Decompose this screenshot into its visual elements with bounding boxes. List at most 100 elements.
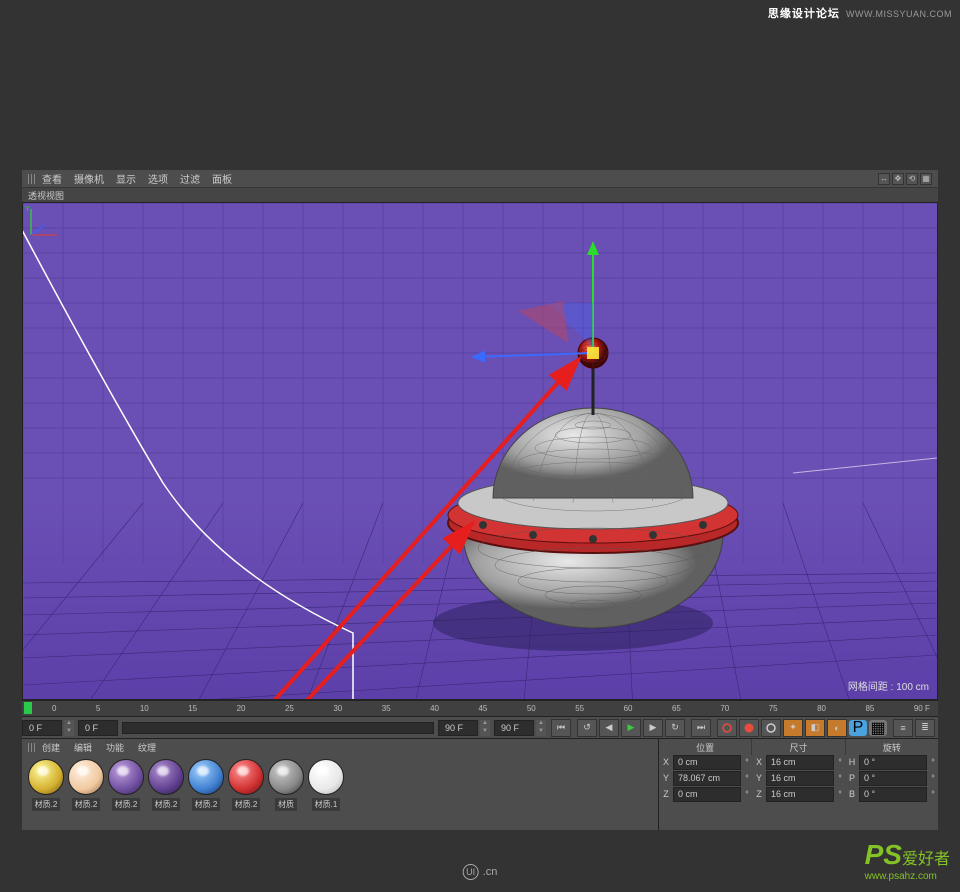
material-preview[interactable] [68, 759, 104, 795]
axis-label: Z [659, 787, 673, 803]
materials-panel: 创建 编辑 功能 纹理 材质.2材质.2材质.2材质.2材质.2材质.2材质材质… [22, 739, 658, 830]
key-scale-button[interactable]: ◧ [805, 719, 825, 737]
timeline-playhead[interactable] [24, 702, 32, 714]
menu-texture[interactable]: 纹理 [138, 741, 156, 754]
menu-function[interactable]: 功能 [106, 741, 124, 754]
watermark-bottom-center: UI .cn [463, 864, 498, 880]
transport-bar: 0 F ▲▼ 0 F 90 F ▲▼ 90 F ▲▼ ⏮ ↺ ◀ ▶ ▶ ↻ ⏭… [22, 716, 938, 738]
material-item[interactable]: 材质.2 [188, 759, 224, 826]
axis-label: X [659, 755, 673, 771]
rot-field[interactable]: 0 ° [859, 771, 927, 786]
rot-axis: P [845, 771, 859, 787]
timeline[interactable]: 051015202530354045505560657075808590 F [22, 700, 938, 716]
size-field[interactable]: 16 cm [766, 755, 834, 770]
watermark-bottom-right: PS爱好者 www.psahz.com [865, 839, 950, 882]
coordinates-panel: 位置 尺寸 旋转 X0 cm♦X16 cm♦H0 °♦Y78.067 cm♦Y1… [658, 739, 938, 830]
spin-up[interactable]: ▲ [536, 720, 546, 728]
material-item[interactable]: 材质.2 [108, 759, 144, 826]
next-frame-button[interactable]: ▶ [643, 719, 663, 737]
material-item[interactable]: 材质.2 [28, 759, 64, 826]
size-field[interactable]: 16 cm [766, 771, 834, 786]
key-pos-button[interactable]: ✦ [783, 719, 803, 737]
material-item[interactable]: 材质.2 [148, 759, 184, 826]
key-rot-button[interactable]: ◐ [827, 719, 847, 737]
hdr-rotation[interactable]: 旋转 [846, 739, 938, 755]
watermark-title: 思缘设计论坛 [768, 8, 840, 20]
material-item[interactable]: 材质.2 [228, 759, 264, 826]
coord-row: Y78.067 cm♦Y16 cm♦P0 °♦ [659, 771, 938, 787]
rot-field[interactable]: 0 ° [859, 755, 927, 770]
grip-icon[interactable] [28, 743, 36, 752]
play-button[interactable]: ▶ [621, 719, 641, 737]
key-options-button[interactable] [761, 719, 781, 737]
range-end-field[interactable]: 90 F [438, 720, 478, 736]
rewind-loop-button[interactable]: ↺ [577, 719, 597, 737]
menu-panel[interactable]: 面板 [212, 171, 232, 186]
timeline-menu-1[interactable]: ≡ [893, 719, 913, 737]
menu-view[interactable]: 查看 [42, 171, 62, 186]
menu-edit[interactable]: 编辑 [74, 741, 92, 754]
spin-down[interactable]: ▼ [64, 728, 74, 736]
material-label: 材质.2 [32, 798, 61, 811]
vp-icon-3[interactable]: ⟲ [906, 173, 918, 185]
material-preview[interactable] [28, 759, 64, 795]
material-preview[interactable] [268, 759, 304, 795]
material-preview[interactable] [228, 759, 264, 795]
goto-start-button[interactable]: ⏮ [551, 719, 571, 737]
rot-axis: B [845, 787, 859, 803]
rot-field[interactable]: 0 ° [859, 787, 927, 802]
end-frame-field[interactable]: 90 F [494, 720, 534, 736]
svg-text:Y: Y [25, 206, 30, 213]
watermark-top: 思缘设计论坛 WWW.MISSYUAN.COM [768, 5, 952, 21]
material-preview[interactable] [108, 759, 144, 795]
watermark-url: WWW.MISSYUAN.COM [846, 9, 952, 19]
goto-end-button[interactable]: ⏭ [691, 719, 711, 737]
materials-menu: 创建 编辑 功能 纹理 [22, 739, 658, 755]
menu-camera[interactable]: 摄像机 [74, 171, 104, 186]
key-pla-button[interactable]: ▦ [869, 720, 887, 736]
spin-up[interactable]: ▲ [64, 720, 74, 728]
spin-down[interactable]: ▼ [480, 728, 490, 736]
record-button[interactable] [717, 719, 737, 737]
hdr-size[interactable]: 尺寸 [752, 739, 845, 755]
start-frame-field[interactable]: 0 F [22, 720, 62, 736]
hdr-position[interactable]: 位置 [659, 739, 752, 755]
material-item[interactable]: 材质.2 [68, 759, 104, 826]
viewport-menu-bar: 查看 摄像机 显示 选项 过滤 面板 ↔ ✥ ⟲ ▦ [22, 170, 938, 188]
viewport-3d[interactable]: Y 网格间距 : 100 cm [22, 202, 938, 700]
vp-icon-4[interactable]: ▦ [920, 173, 932, 185]
range-slider[interactable] [122, 722, 434, 734]
spin-up[interactable]: ▲ [480, 720, 490, 728]
menu-options[interactable]: 选项 [148, 171, 168, 186]
pos-field[interactable]: 78.067 cm [673, 771, 741, 786]
pos-field[interactable]: 0 cm [673, 787, 741, 802]
material-label: 材质.2 [152, 798, 181, 811]
coord-row: Z0 cm♦Z16 cm♦B0 °♦ [659, 787, 938, 803]
material-item[interactable]: 材质.1 [308, 759, 344, 826]
menu-display[interactable]: 显示 [116, 171, 136, 186]
material-preview[interactable] [148, 759, 184, 795]
material-preview[interactable] [188, 759, 224, 795]
autokey-button[interactable] [739, 719, 759, 737]
origin-gizmo: Y [23, 203, 63, 243]
pos-field[interactable]: 0 cm [673, 755, 741, 770]
range-start-field[interactable]: 0 F [78, 720, 118, 736]
timeline-menu-2[interactable]: ≣ [915, 719, 935, 737]
material-label: 材质.2 [192, 798, 221, 811]
size-field[interactable]: 16 cm [766, 787, 834, 802]
grip-icon[interactable] [28, 174, 36, 184]
transform-gizmo [473, 243, 599, 359]
menu-filter[interactable]: 过滤 [180, 171, 200, 186]
material-preview[interactable] [308, 759, 344, 795]
prev-frame-button[interactable]: ◀ [599, 719, 619, 737]
coord-row: X0 cm♦X16 cm♦H0 °♦ [659, 755, 938, 771]
forward-loop-button[interactable]: ↻ [665, 719, 685, 737]
spin-down[interactable]: ▼ [536, 728, 546, 736]
vp-icon-2[interactable]: ✥ [892, 173, 904, 185]
material-item[interactable]: 材质 [268, 759, 304, 826]
menu-create[interactable]: 创建 [42, 741, 60, 754]
viewport-scene [23, 203, 937, 700]
rot-axis: H [845, 755, 859, 771]
key-param-button[interactable]: P [849, 720, 867, 736]
vp-icon-1[interactable]: ↔ [878, 173, 890, 185]
